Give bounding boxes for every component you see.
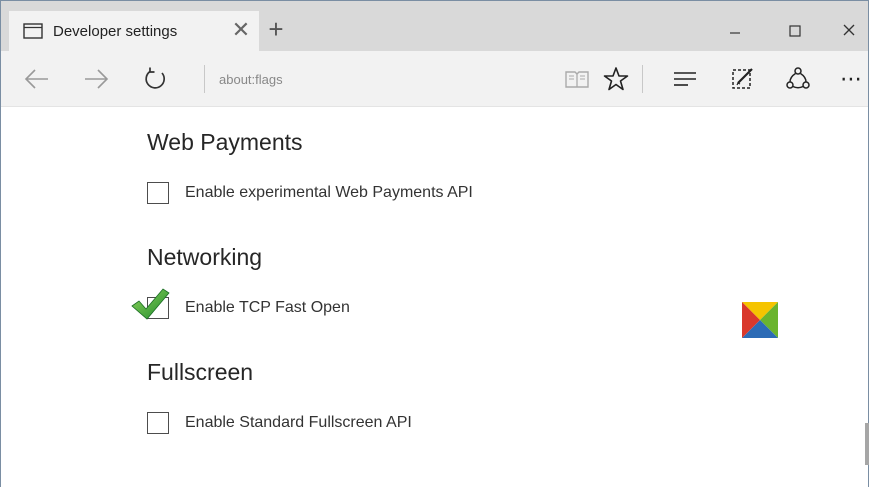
option-web-payments[interactable]: Enable experimental Web Payments API xyxy=(147,182,473,204)
reading-view-icon[interactable] xyxy=(559,61,595,97)
web-note-icon[interactable] xyxy=(725,61,761,97)
tab-title: Developer settings xyxy=(53,23,178,40)
favorites-star-icon[interactable] xyxy=(598,61,634,97)
web-payments-checkbox[interactable] xyxy=(147,182,169,204)
address-separator xyxy=(204,65,205,93)
page-icon xyxy=(23,23,43,39)
share-icon[interactable] xyxy=(780,61,816,97)
forward-icon[interactable] xyxy=(78,61,114,97)
new-tab-button[interactable]: + xyxy=(263,16,289,43)
option-label: Enable Standard Fullscreen API xyxy=(185,414,412,431)
close-window-button[interactable] xyxy=(827,15,869,45)
scrollbar-thumb[interactable] xyxy=(865,423,869,465)
hub-icon[interactable] xyxy=(667,61,703,97)
section-networking: Networking Enable TCP Fast Open xyxy=(131,244,350,320)
option-label: Enable TCP Fast Open xyxy=(185,299,350,316)
page-content: Web Payments Enable experimental Web Pay… xyxy=(1,107,869,487)
fullscreen-checkbox[interactable] xyxy=(147,412,169,434)
back-icon[interactable] xyxy=(19,61,55,97)
maximize-button[interactable] xyxy=(773,15,817,45)
tab-strip: Developer settings ✕ + xyxy=(1,1,868,51)
section-title-web-payments: Web Payments xyxy=(147,129,303,155)
section-fullscreen: Fullscreen Enable Standard Fullscreen AP… xyxy=(147,359,412,434)
navigation-bar: about:flags ⋯ xyxy=(1,51,868,107)
section-title-networking: Networking xyxy=(147,244,263,270)
refresh-icon[interactable] xyxy=(137,61,173,97)
section-web-payments: Web Payments Enable experimental Web Pay… xyxy=(147,129,473,204)
option-tcp-fast-open[interactable]: Enable TCP Fast Open xyxy=(131,288,350,320)
toolbar-separator xyxy=(642,65,643,93)
minimize-button[interactable] xyxy=(713,15,757,45)
tcp-fast-open-checkbox[interactable] xyxy=(131,288,170,320)
site-logo xyxy=(742,302,778,338)
tab-close-icon[interactable]: ✕ xyxy=(229,19,253,43)
section-title-fullscreen: Fullscreen xyxy=(147,359,254,385)
more-icon[interactable]: ⋯ xyxy=(833,61,869,97)
address-bar[interactable]: about:flags xyxy=(219,72,283,87)
option-standard-fullscreen[interactable]: Enable Standard Fullscreen API xyxy=(147,412,412,434)
tab-developer-settings[interactable]: Developer settings ✕ xyxy=(9,11,259,51)
option-label: Enable experimental Web Payments API xyxy=(185,184,473,201)
browser-window: Developer settings ✕ + about:flags ⋯ Web… xyxy=(0,0,869,487)
green-checkmark-icon xyxy=(131,288,170,320)
